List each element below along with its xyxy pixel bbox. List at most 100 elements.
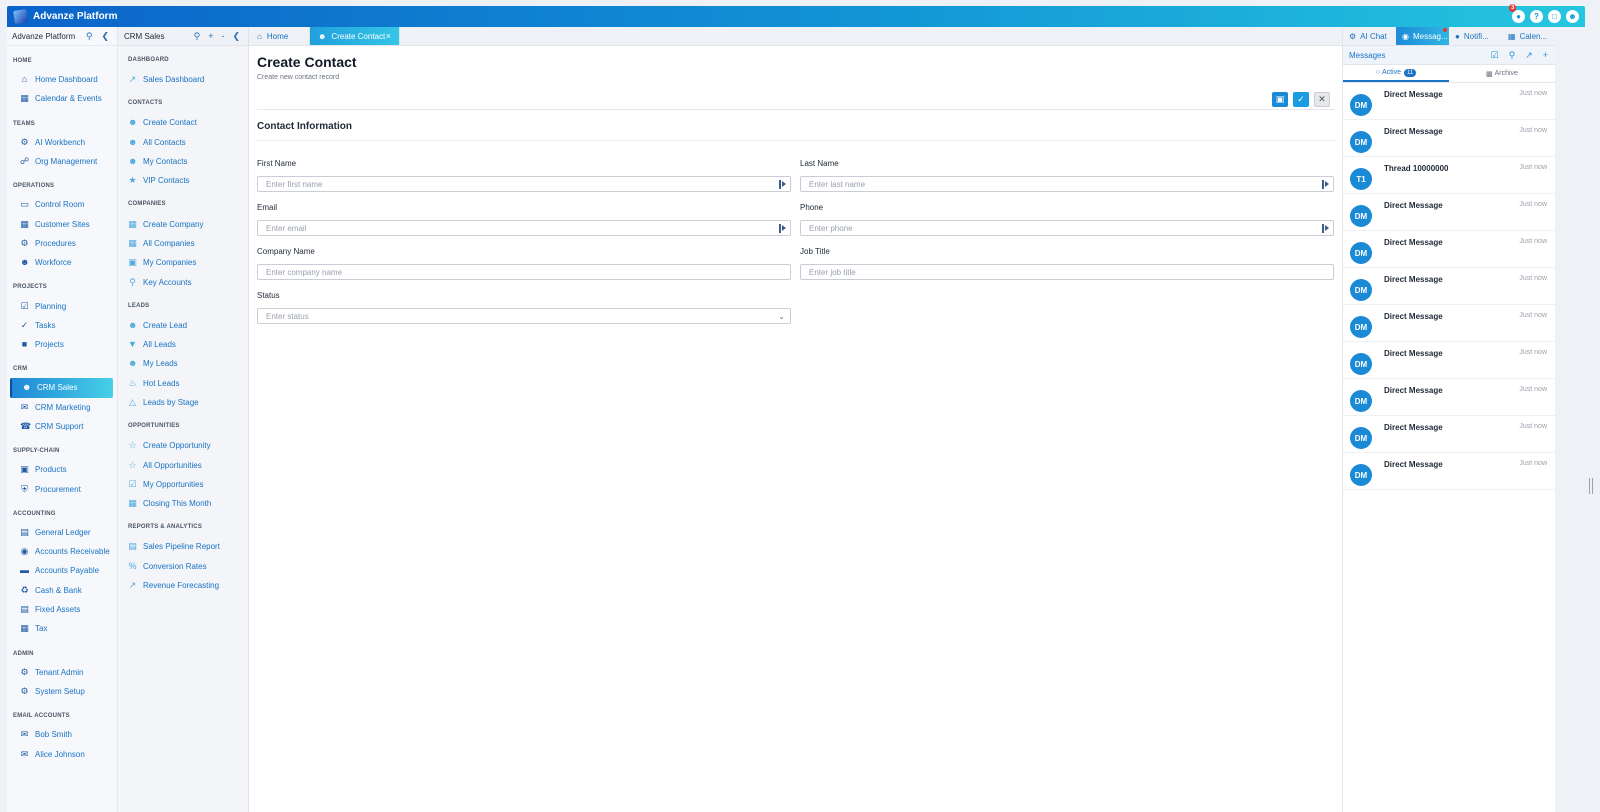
sidebar-item-alice-johnson[interactable]: ✉ Alice Johnson bbox=[7, 744, 117, 763]
sidebar-item-create-contact[interactable]: ☻ Create Contact bbox=[118, 113, 248, 132]
sidebar-item-sales-dashboard[interactable]: ↗ Sales Dashboard bbox=[118, 70, 248, 89]
message-item[interactable]: T1 Thread 10000000 Just now bbox=[1343, 157, 1555, 194]
user-avatar-icon[interactable]: ☻ bbox=[1566, 10, 1579, 23]
autofill-icon[interactable] bbox=[779, 179, 787, 189]
sidebar-item-home-dashboard[interactable]: ⌂ Home Dashboard bbox=[7, 70, 117, 89]
sidebar-item-tenant-admin[interactable]: ⚙ Tenant Admin bbox=[7, 663, 117, 682]
message-item[interactable]: DM Direct Message Just now bbox=[1343, 120, 1555, 157]
message-item[interactable]: DM Direct Message Just now bbox=[1343, 379, 1555, 416]
sidebar-item-my-companies[interactable]: ▣ My Companies bbox=[118, 253, 248, 272]
sidebar-item-closing-this-month[interactable]: ▦ Closing This Month bbox=[118, 494, 248, 513]
procurement-icon: ⛨ bbox=[21, 483, 28, 494]
sidebar-item-create-company[interactable]: ▦ Create Company bbox=[118, 214, 248, 233]
sidebar-item-fixed-assets[interactable]: ▤ Fixed Assets bbox=[7, 600, 117, 619]
tab-home[interactable]: ⌂ Home bbox=[249, 27, 310, 45]
message-item[interactable]: DM Direct Message Just now bbox=[1343, 194, 1555, 231]
sidebar-item-revenue-forecasting[interactable]: ↗ Revenue Forecasting bbox=[118, 576, 248, 595]
tab-calendar[interactable]: ▦ Calen... bbox=[1502, 27, 1555, 45]
tab-ai-chat[interactable]: ⚙ AI Chat bbox=[1343, 27, 1396, 45]
sidebar-item-calendar-and-events[interactable]: ▦ Calendar & Events bbox=[7, 89, 117, 108]
sidebar-item-projects[interactable]: ■ Projects bbox=[7, 335, 117, 354]
last-name-input[interactable]: Enter last name bbox=[800, 176, 1334, 192]
sidebar-item-sales-pipeline-report[interactable]: ▤ Sales Pipeline Report bbox=[118, 537, 248, 556]
sidebar-item-create-lead[interactable]: ☻ Create Lead bbox=[118, 316, 248, 335]
message-item[interactable]: DM Direct Message Just now bbox=[1343, 305, 1555, 342]
status-select[interactable]: Enter status ⌄ bbox=[257, 308, 791, 324]
sidebar-item-procurement[interactable]: ⛨ Procurement bbox=[7, 479, 117, 498]
sidebar-item-all-opportunities[interactable]: ☆ All Opportunities bbox=[118, 455, 248, 474]
sidebar-item-all-leads[interactable]: ▼ All Leads bbox=[118, 335, 248, 354]
sidebar-item-leads-by-stage[interactable]: △ Leads by Stage bbox=[118, 393, 248, 412]
sidebar-item-all-companies[interactable]: ▦ All Companies bbox=[118, 234, 248, 253]
message-item[interactable]: DM Direct Message Just now bbox=[1343, 342, 1555, 379]
sidebar-item-my-contacts[interactable]: ☻ My Contacts bbox=[118, 152, 248, 171]
save-and-close-button[interactable]: ✓ bbox=[1293, 92, 1309, 107]
resize-handle[interactable] bbox=[1589, 478, 1593, 494]
expand-icon[interactable]: ↗ bbox=[1525, 50, 1533, 61]
sidebar-item-conversion-rates[interactable]: % Conversion Rates bbox=[118, 557, 248, 576]
search-icon[interactable]: ⚲ bbox=[1509, 50, 1516, 61]
subtab-archive[interactable]: ▩ Archive bbox=[1449, 65, 1555, 82]
sidebar-item-workforce[interactable]: ☻ Workforce bbox=[7, 253, 117, 272]
mark-read-icon[interactable]: ☑ bbox=[1491, 50, 1499, 61]
chat-icon[interactable]: □ bbox=[1548, 10, 1561, 23]
sidebar-item-cash-and-bank[interactable]: ♻ Cash & Bank bbox=[7, 581, 117, 600]
sidebar-item-my-leads[interactable]: ☻ My Leads bbox=[118, 354, 248, 373]
sidebar-item-products[interactable]: ▣ Products bbox=[7, 460, 117, 479]
sidebar-item-my-opportunities[interactable]: ☑ My Opportunities bbox=[118, 475, 248, 494]
sidebar-item-control-room[interactable]: ▭ Control Room bbox=[7, 195, 117, 214]
autofill-icon[interactable] bbox=[1322, 223, 1330, 233]
sidebar-item-tasks[interactable]: ✓ Tasks bbox=[7, 316, 117, 335]
sidebar-item-general-ledger[interactable]: ▤ General Ledger bbox=[7, 523, 117, 542]
sidebar-item-key-accounts[interactable]: ⚲ Key Accounts bbox=[118, 272, 248, 291]
subtab-active[interactable]: ○ Active 11 bbox=[1343, 65, 1449, 82]
message-item[interactable]: DM Direct Message Just now bbox=[1343, 231, 1555, 268]
minus-icon[interactable]: - bbox=[221, 31, 224, 42]
tab-create-contact[interactable]: ☻ Create Contact × bbox=[310, 27, 400, 45]
cancel-button[interactable]: ✕ bbox=[1314, 92, 1330, 107]
tab-notifications[interactable]: ● Notifi... bbox=[1449, 27, 1502, 45]
sidebar-item-accounts-receivable[interactable]: ◉ Accounts Receivable bbox=[7, 542, 117, 561]
phone-input[interactable]: Enter phone bbox=[800, 220, 1334, 236]
message-item[interactable]: DM Direct Message Just now bbox=[1343, 416, 1555, 453]
sidebar-item-tax[interactable]: ▦ Tax bbox=[7, 619, 117, 638]
first-name-input[interactable]: Enter first name bbox=[257, 176, 791, 192]
search-icon[interactable]: ⚲ bbox=[86, 31, 93, 42]
sidebar-item-crm-sales[interactable]: ☻ CRM Sales bbox=[10, 378, 113, 398]
sidebar-item-hot-leads[interactable]: ♨ Hot Leads bbox=[118, 374, 248, 393]
sidebar-item-crm-marketing[interactable]: ✉ CRM Marketing bbox=[7, 398, 117, 417]
search-icon[interactable]: ⚲ bbox=[194, 31, 201, 42]
collapse-icon[interactable]: ❮ bbox=[101, 31, 109, 42]
sidebar-item-accounts-payable[interactable]: ▬ Accounts Payable bbox=[7, 561, 117, 580]
sidebar-item-customer-sites[interactable]: ▦ Customer Sites bbox=[7, 214, 117, 233]
autofill-icon[interactable] bbox=[1322, 179, 1330, 189]
company-name-input[interactable]: Enter company name bbox=[257, 264, 791, 280]
sidebar-item-create-opportunity[interactable]: ☆ Create Opportunity bbox=[118, 436, 248, 455]
message-item[interactable]: DM Direct Message Just now bbox=[1343, 453, 1555, 490]
collapse-icon[interactable]: ❮ bbox=[232, 31, 240, 42]
sidebar-item-org-management[interactable]: ☍ Org Management bbox=[7, 152, 117, 171]
sidebar-item-all-contacts[interactable]: ☻ All Contacts bbox=[118, 133, 248, 152]
avatar: DM bbox=[1350, 316, 1372, 338]
sidebar-item-procedures[interactable]: ⚙ Procedures bbox=[7, 234, 117, 253]
sidebar-item-vip-contacts[interactable]: ★ VIP Contacts bbox=[118, 171, 248, 190]
message-item[interactable]: DM Direct Message Just now bbox=[1343, 268, 1555, 305]
add-icon[interactable]: + bbox=[1543, 50, 1548, 61]
tab-messages[interactable]: ◉ Messag... bbox=[1396, 27, 1449, 45]
sidebar-item-planning[interactable]: ☑ Planning bbox=[7, 296, 117, 315]
autofill-icon[interactable] bbox=[779, 223, 787, 233]
sidebar-item-system-setup[interactable]: ⚙ System Setup bbox=[7, 682, 117, 701]
help-icon[interactable]: ? bbox=[1530, 10, 1543, 23]
sidebar-item-bob-smith[interactable]: ✉ Bob Smith bbox=[7, 725, 117, 744]
sidebar-item-ai-workbench[interactable]: ⚙ AI Workbench bbox=[7, 133, 117, 152]
close-tab-icon[interactable]: × bbox=[386, 31, 391, 41]
email-field: Email Enter email bbox=[257, 203, 791, 236]
bell-icon[interactable]: ● 3 bbox=[1509, 4, 1525, 23]
sidebar-item-crm-support[interactable]: ☎ CRM Support bbox=[7, 417, 117, 436]
system-setup-icon: ⚙ bbox=[20, 685, 29, 696]
expand-icon[interactable]: + bbox=[208, 31, 213, 42]
message-item[interactable]: DM Direct Message Just now bbox=[1343, 83, 1555, 120]
job-title-input[interactable]: Enter job title bbox=[800, 264, 1334, 280]
save-button[interactable]: ▣ bbox=[1272, 92, 1288, 107]
email-input[interactable]: Enter email bbox=[257, 220, 791, 236]
